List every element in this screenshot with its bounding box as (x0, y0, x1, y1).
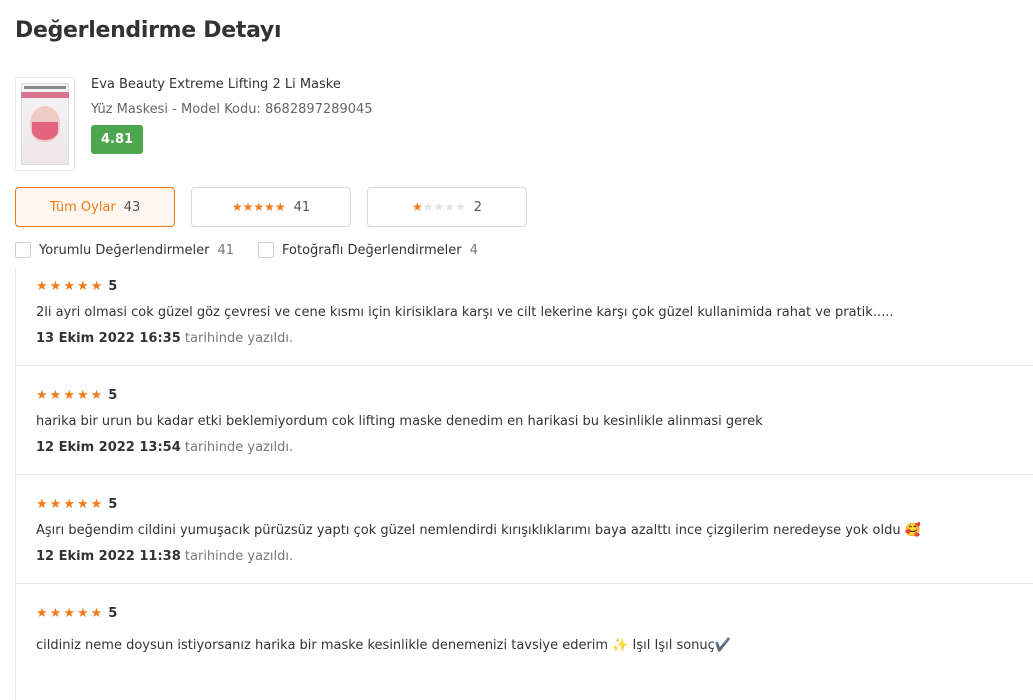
star-icon: ★ (242, 200, 254, 214)
review-item: ★ ★ ★ ★ ★ 5 2li ayri olmasi cok güzel göz çe… (16, 268, 1033, 366)
review-text: cildiniz neme doysun istiyorsanız harika… (36, 638, 731, 653)
star-icon: ★ (36, 496, 48, 512)
star-empty-icon: ★ (444, 200, 455, 214)
review-date: 13 Ekim 2022 16:35 tarihinde yazıldı. (36, 331, 1025, 365)
review-score: 5 (108, 387, 118, 403)
star-icon: ★ (63, 605, 75, 621)
check-count: 4 (469, 242, 478, 258)
rating-badge: 4.81 (91, 125, 144, 154)
star-icon: ★ (49, 496, 62, 512)
review-date-value: 13 Ekim 2022 16:35 (36, 331, 181, 346)
product-summary: Eva Beauty Extreme Lifting 2 Li Maske Yü… (15, 77, 373, 171)
review-stars: ★ ★ ★ ★ ★ 5 (36, 605, 1025, 621)
star-icon: ★ (264, 200, 275, 214)
review-list[interactable]: ★ ★ ★ ★ ★ 5 2li ayri olmasi cok güzel göz çe… (15, 268, 1033, 700)
review-type-filters: Yorumlu Değerlendirmeler 41 Fotoğraflı D… (15, 242, 502, 258)
check-label: Yorumlu Değerlendirmeler (39, 242, 210, 258)
review-item: ★ ★ ★ ★ ★ 5 Aşırı beğendim cildini yumuşacık… (16, 475, 1033, 584)
star-icon: ★ (63, 278, 75, 294)
star-icon: ★ (90, 278, 103, 294)
star-icon: ★ (36, 387, 48, 403)
review-score: 5 (108, 605, 118, 621)
page-title: Değerlendirme Detayı (15, 18, 282, 43)
star-icon: ★ (76, 387, 89, 403)
review-stars: ★ ★ ★ ★ ★ 5 (36, 387, 1025, 403)
product-image[interactable] (15, 77, 75, 171)
review-date: 12 Ekim 2022 13:54 tarihinde yazıldı. (36, 440, 1025, 474)
star-icon: ★ (253, 200, 265, 214)
stars-icon: ★ ★ ★ ★ ★ (412, 201, 466, 213)
star-icon: ★ (36, 605, 48, 621)
filter-one-star[interactable]: ★ ★ ★ ★ ★ 2 (367, 187, 527, 227)
review-date-suffix: tarihinde yazıldı. (184, 331, 294, 346)
check-label: Fotoğraflı Değerlendirmeler (282, 242, 462, 258)
star-icon: ★ (76, 278, 89, 294)
star-empty-icon: ★ (455, 200, 466, 214)
star-icon: ★ (90, 387, 103, 403)
star-icon: ★ (274, 200, 286, 214)
star-icon: ★ (231, 200, 243, 214)
star-icon: ★ (90, 605, 103, 621)
review-date-suffix: tarihinde yazıldı. (184, 549, 294, 564)
star-icon: ★ (49, 278, 62, 294)
filter-count: 41 (293, 199, 311, 215)
star-icon: ★ (63, 387, 75, 403)
check-count: 41 (217, 242, 234, 258)
star-empty-icon: ★ (433, 200, 445, 214)
star-empty-icon: ★ (422, 200, 434, 214)
review-score: 5 (108, 496, 118, 512)
star-icon: ★ (49, 387, 62, 403)
star-icon: ★ (90, 496, 103, 512)
review-date: 12 Ekim 2022 11:38 tarihinde yazıldı. (36, 549, 1025, 583)
review-stars: ★ ★ ★ ★ ★ 5 (36, 278, 1025, 294)
product-meta: Yüz Maskesi - Model Kodu: 8682897289045 (91, 102, 373, 117)
filter-five-stars[interactable]: ★ ★ ★ ★ ★ 41 (191, 187, 351, 227)
checkbox[interactable] (15, 242, 31, 258)
star-icon: ★ (63, 496, 75, 512)
review-date-value: 12 Ekim 2022 11:38 (36, 549, 181, 564)
star-icon: ★ (36, 278, 48, 294)
review-item: ★ ★ ★ ★ ★ 5 harika bir urun bu kadar etki be… (16, 366, 1033, 475)
checkbox[interactable] (258, 242, 274, 258)
star-icon: ★ (411, 200, 423, 214)
check-commented[interactable]: Yorumlu Değerlendirmeler 41 (15, 242, 234, 258)
star-icon: ★ (76, 605, 89, 621)
star-icon: ★ (76, 496, 89, 512)
filter-count: 43 (123, 199, 141, 215)
star-icon: ★ (49, 605, 62, 621)
check-with-photos[interactable]: Fotoğraflı Değerlendirmeler 4 (258, 242, 478, 258)
rating-filters: Tüm Oylar 43 ★ ★ ★ ★ ★ 41 ★ ★ ★ ★ ★ 2 (15, 187, 527, 227)
product-name[interactable]: Eva Beauty Extreme Lifting 2 Li Maske (91, 77, 373, 93)
filter-count: 2 (473, 199, 483, 215)
stars-icon: ★ ★ ★ ★ ★ (232, 201, 286, 213)
review-stars: ★ ★ ★ ★ ★ 5 (36, 496, 1025, 512)
review-text: 2li ayri olmasi cok güzel göz çevresi ve… (36, 305, 894, 320)
review-text: harika bir urun bu kadar etki beklemiyor… (36, 414, 763, 429)
review-item: ★ ★ ★ ★ ★ 5 cildiniz neme doysun istiyorsanı… (16, 584, 1033, 654)
review-date-value: 12 Ekim 2022 13:54 (36, 440, 181, 455)
filter-all-votes[interactable]: Tüm Oylar 43 (15, 187, 175, 227)
review-score: 5 (108, 278, 118, 294)
review-text: Aşırı beğendim cildini yumuşacık pürüzsü… (36, 523, 921, 538)
review-date-suffix: tarihinde yazıldı. (184, 440, 294, 455)
filter-label: Tüm Oylar (49, 199, 116, 215)
